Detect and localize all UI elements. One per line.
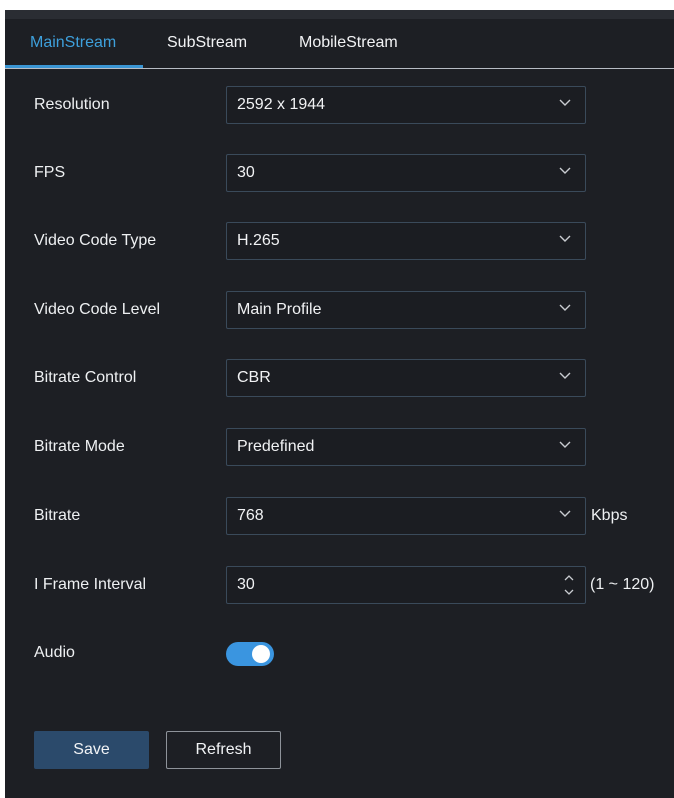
bitrate-control-label: Bitrate Control [34, 369, 137, 386]
audio-toggle[interactable] [226, 642, 274, 666]
audio-label: Audio [34, 644, 75, 661]
active-tab-indicator [5, 65, 143, 68]
fps-label: FPS [34, 164, 66, 181]
chevron-down-icon [559, 510, 571, 517]
audio-row: Audio [5, 642, 674, 680]
fps-row: FPS 30 [5, 154, 674, 192]
resolution-label: Resolution [34, 96, 110, 113]
fps-value: 30 [237, 164, 255, 181]
chevron-down-icon [559, 441, 571, 448]
chevron-down-icon [559, 372, 571, 379]
stepper-icon[interactable] [563, 571, 575, 599]
i-frame-interval-range: (1 ~ 120) [590, 576, 655, 593]
bitrate-unit: Kbps [591, 507, 628, 524]
i-frame-interval-input[interactable]: 30 [226, 566, 586, 604]
tab-substream[interactable]: SubStream [167, 34, 247, 52]
resolution-row: Resolution 2592 x 1944 [5, 86, 674, 124]
chevron-down-icon [559, 167, 571, 174]
bitrate-control-select[interactable]: CBR [226, 359, 586, 397]
bitrate-control-row: Bitrate Control CBR [5, 359, 674, 397]
i-frame-interval-label: I Frame Interval [34, 576, 147, 593]
video-code-level-row: Video Code Level Main Profile [5, 291, 674, 329]
video-code-type-label: Video Code Type [34, 232, 157, 249]
refresh-button[interactable]: Refresh [166, 731, 281, 769]
bitrate-value: 768 [237, 507, 264, 524]
chevron-down-icon [559, 304, 571, 311]
bitrate-control-value: CBR [237, 369, 271, 386]
stream-tabs: MainStream SubStream MobileStream [5, 19, 674, 69]
bitrate-mode-label: Bitrate Mode [34, 438, 125, 455]
bitrate-mode-row: Bitrate Mode Predefined [5, 428, 674, 466]
toggle-knob [252, 645, 270, 663]
save-button[interactable]: Save [34, 731, 149, 769]
tab-mainstream[interactable]: MainStream [30, 34, 116, 52]
chevron-down-icon [559, 99, 571, 106]
i-frame-interval-value: 30 [237, 576, 255, 593]
bitrate-label: Bitrate [34, 507, 81, 524]
bitrate-mode-value: Predefined [237, 438, 315, 455]
top-bar [5, 10, 674, 19]
resolution-value: 2592 x 1944 [237, 96, 326, 113]
chevron-down-icon [559, 235, 571, 242]
video-code-type-select[interactable]: H.265 [226, 222, 586, 260]
video-code-level-label: Video Code Level [34, 301, 161, 318]
bitrate-mode-select[interactable]: Predefined [226, 428, 586, 466]
video-code-type-row: Video Code Type H.265 [5, 222, 674, 260]
video-code-level-value: Main Profile [237, 301, 322, 318]
video-code-type-value: H.265 [237, 232, 280, 249]
tab-mobilestream[interactable]: MobileStream [299, 34, 398, 52]
video-code-level-select[interactable]: Main Profile [226, 291, 586, 329]
bitrate-select[interactable]: 768 [226, 497, 586, 535]
fps-select[interactable]: 30 [226, 154, 586, 192]
bitrate-row: Bitrate 768 Kbps [5, 497, 674, 535]
i-frame-interval-row: I Frame Interval 30 (1 ~ 120) [5, 566, 674, 604]
resolution-select[interactable]: 2592 x 1944 [226, 86, 586, 124]
stream-settings-panel: MainStream SubStream MobileStream Resolu… [5, 10, 674, 798]
